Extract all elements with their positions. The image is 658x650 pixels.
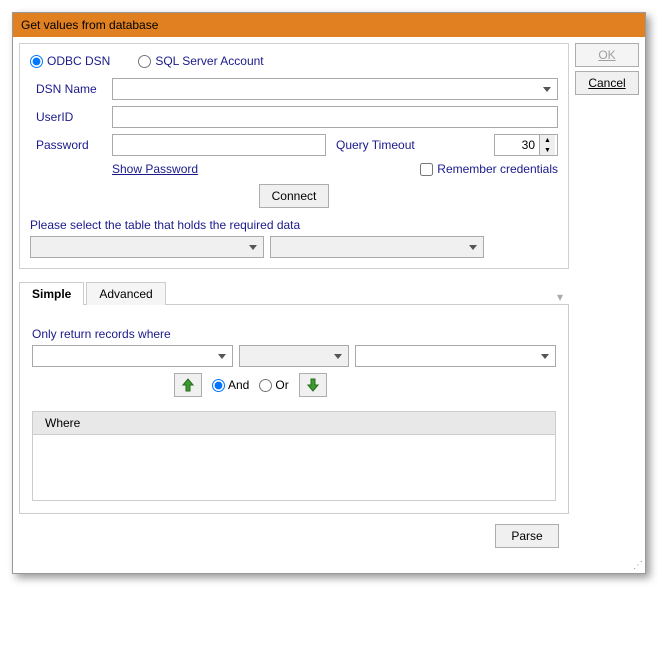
and-or-group: And Or: [212, 378, 289, 392]
query-timeout-label: Query Timeout: [336, 138, 415, 152]
titlebar: Get values from database: [13, 13, 645, 37]
tab-strip: Simple Advanced ▾: [19, 281, 569, 305]
connect-button[interactable]: Connect: [259, 184, 329, 208]
tab-expander-icon[interactable]: ▾: [551, 290, 569, 304]
radio-and[interactable]: And: [212, 378, 249, 392]
connection-panel: ODBC DSN SQL Server Account DSN Name Use…: [19, 43, 569, 269]
filter-field-combo[interactable]: [32, 345, 233, 367]
where-grid[interactable]: Where: [32, 411, 556, 501]
userid-label: UserID: [30, 110, 106, 124]
ok-button[interactable]: OK: [575, 43, 639, 67]
move-up-button[interactable]: [174, 373, 202, 397]
userid-input[interactable]: [112, 106, 558, 128]
content-area: ODBC DSN SQL Server Account DSN Name Use…: [13, 37, 645, 560]
arrow-down-icon: [307, 378, 319, 392]
radio-sql-input[interactable]: [138, 55, 151, 68]
password-input[interactable]: [112, 134, 326, 156]
connection-type-radios: ODBC DSN SQL Server Account: [30, 54, 558, 68]
parse-button[interactable]: Parse: [495, 524, 559, 548]
query-timeout-spinner[interactable]: ▲ ▼: [494, 134, 558, 156]
show-password-link[interactable]: Show Password: [112, 162, 198, 176]
arrow-up-icon: [182, 378, 194, 392]
window-title: Get values from database: [21, 18, 158, 32]
only-return-label: Only return records where: [32, 327, 556, 341]
simple-tab-panel: Only return records where And Or: [19, 305, 569, 514]
tab-advanced[interactable]: Advanced: [86, 282, 165, 305]
footer-row: Parse: [19, 514, 569, 554]
schema-combo[interactable]: [30, 236, 264, 258]
radio-or[interactable]: Or: [259, 378, 288, 392]
dsn-name-combo[interactable]: [112, 78, 558, 100]
dialog-window: Get values from database ODBC DSN SQL Se…: [12, 12, 646, 574]
where-column-header: Where: [33, 412, 555, 435]
radio-odbc-dsn[interactable]: ODBC DSN: [30, 54, 110, 68]
select-table-label: Please select the table that holds the r…: [30, 218, 558, 232]
table-combo[interactable]: [270, 236, 484, 258]
resize-grip-icon[interactable]: ⋰: [13, 560, 645, 573]
password-label: Password: [30, 138, 106, 152]
tab-simple[interactable]: Simple: [19, 282, 84, 305]
filter-value-combo[interactable]: [355, 345, 556, 367]
query-timeout-input[interactable]: [495, 135, 539, 155]
spinner-up-icon[interactable]: ▲: [540, 135, 555, 145]
remember-credentials-checkbox[interactable]: Remember credentials: [420, 162, 558, 176]
radio-odbc-input[interactable]: [30, 55, 43, 68]
side-buttons: OK Cancel: [575, 43, 639, 554]
main-column: ODBC DSN SQL Server Account DSN Name Use…: [19, 43, 569, 554]
filter-operator-combo[interactable]: [239, 345, 349, 367]
remember-checkbox-input[interactable]: [420, 163, 433, 176]
radio-sql-server[interactable]: SQL Server Account: [138, 54, 263, 68]
dsn-name-label: DSN Name: [30, 82, 106, 96]
move-down-button[interactable]: [299, 373, 327, 397]
cancel-button[interactable]: Cancel: [575, 71, 639, 95]
spinner-down-icon[interactable]: ▼: [540, 145, 555, 155]
